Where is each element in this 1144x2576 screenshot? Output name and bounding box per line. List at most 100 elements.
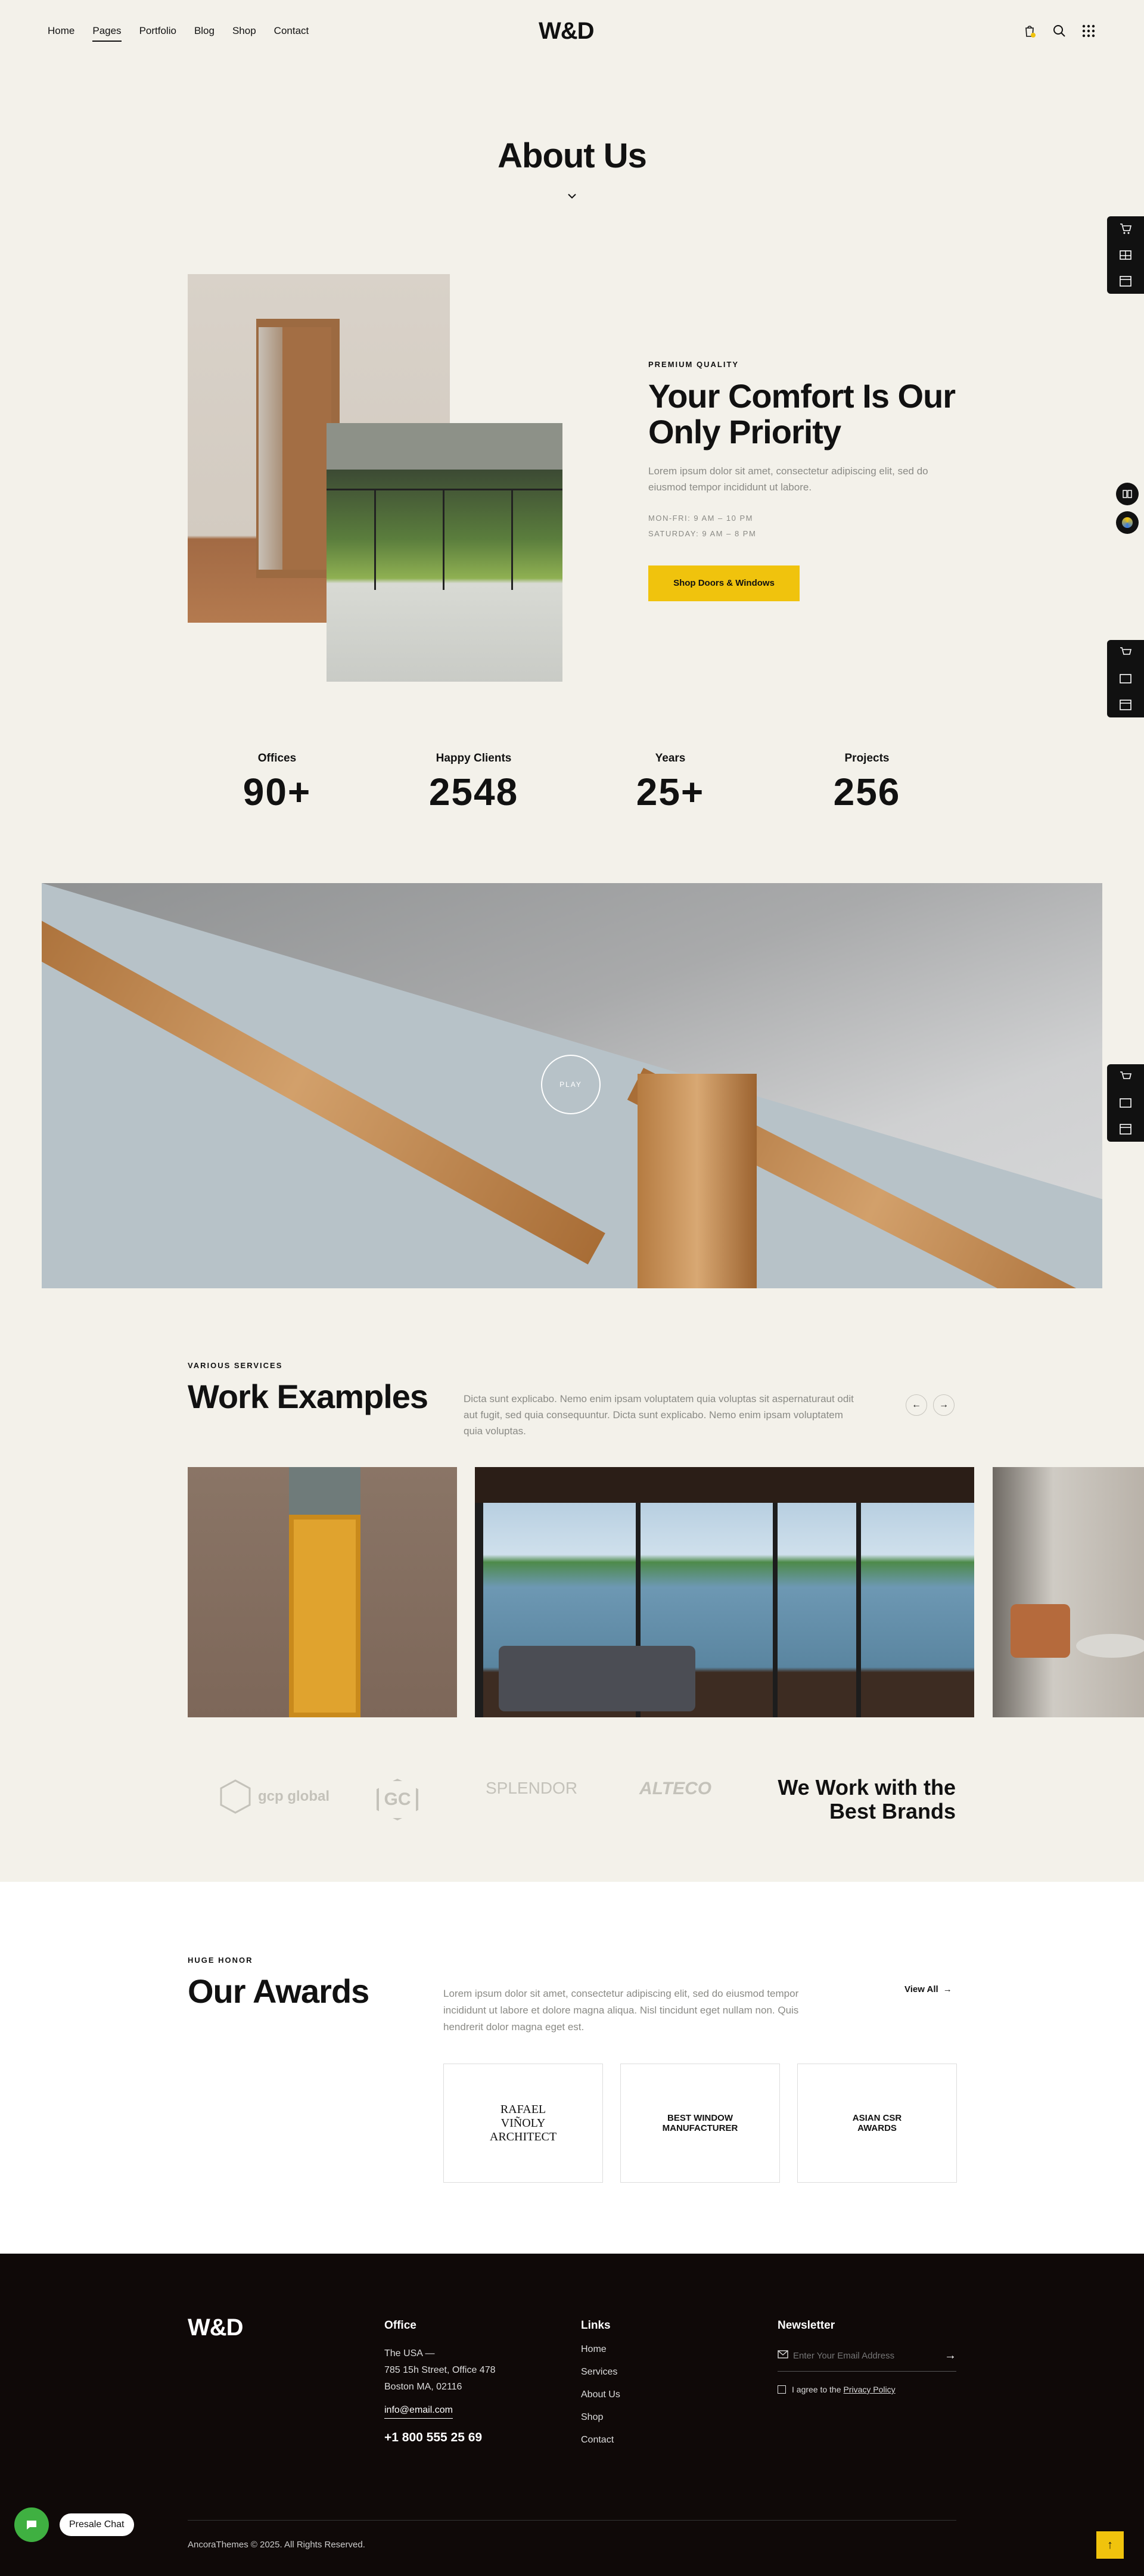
cart-icon[interactable]	[1118, 1069, 1133, 1085]
about-text: Lorem ipsum dolor sit amet, consectetur …	[648, 465, 928, 493]
about-section: PREMIUM QUALITY Your Comfort Is Our Only…	[648, 360, 958, 602]
chat-icon[interactable]	[14, 2507, 49, 2542]
stat-label: Offices	[257, 752, 297, 765]
gallery-icon[interactable]	[1118, 671, 1133, 686]
browser-icon[interactable]	[1118, 1121, 1133, 1137]
window-image	[327, 423, 562, 682]
stat-value: 90+	[243, 770, 312, 813]
footer-divider	[188, 2520, 956, 2521]
newsletter-email-input[interactable]	[793, 2351, 940, 2361]
footer-links: Links Home Services About Us Shop Contac…	[581, 2319, 620, 2446]
shop-button[interactable]: Shop Doors & Windows	[648, 565, 800, 602]
book-icon[interactable]	[1116, 483, 1139, 505]
address-line: The USA —	[384, 2348, 435, 2359]
mail-icon	[778, 2350, 788, 2361]
brand-logo: GC	[377, 1779, 418, 1820]
video-block: PLAY	[42, 883, 1102, 1288]
work-eyebrow: VARIOUS SERVICES	[188, 1361, 283, 1370]
scroll-to-top-icon[interactable]: ↑	[1096, 2531, 1124, 2559]
work-card[interactable]	[993, 1467, 1144, 1717]
nav-home[interactable]: Home	[48, 25, 74, 42]
office-title: Office	[384, 2319, 416, 2332]
stat-years: Years 25+	[581, 752, 760, 814]
brand-logo: gcp global	[217, 1779, 329, 1814]
footer-link-home[interactable]: Home	[581, 2344, 620, 2355]
stat-value: 256	[833, 770, 901, 813]
footer: W&D Office The USA — 785 15h Street, Off…	[0, 2254, 1144, 2576]
next-arrow-icon[interactable]: →	[933, 1394, 955, 1416]
work-header: VARIOUS SERVICES Work Examples	[188, 1361, 428, 1416]
chat-label[interactable]: Presale Chat	[60, 2513, 134, 2536]
award-card: ASIAN CSR AWARDS	[797, 2064, 957, 2183]
search-icon[interactable]	[1052, 24, 1067, 41]
privacy-checkbox[interactable]	[778, 2385, 786, 2394]
award-label: ASIAN CSR AWARDS	[852, 2113, 902, 2133]
newsletter: Newsletter → I agree to the Privacy Poli…	[778, 2319, 956, 2394]
privacy-policy-link[interactable]: Privacy Policy	[844, 2385, 896, 2394]
side-toolbar	[1107, 1064, 1144, 1142]
stat-clients: Happy Clients 2548	[384, 752, 563, 814]
phone-number[interactable]: +1 800 555 25 69	[384, 2431, 496, 2445]
privacy-agreement: I agree to the Privacy Policy	[778, 2385, 956, 2394]
prev-arrow-icon[interactable]: ←	[906, 1394, 927, 1416]
gallery-icon[interactable]	[1118, 1095, 1133, 1111]
awards-heading: Our Awards	[188, 1972, 369, 2010]
copyright: AncoraThemes © 2025. All Rights Reserved…	[188, 2540, 365, 2550]
footer-link-shop[interactable]: Shop	[581, 2412, 620, 2423]
cart-icon[interactable]	[1118, 221, 1133, 237]
presale-chat[interactable]: Presale Chat	[14, 2507, 134, 2542]
stat-projects: Projects 256	[778, 752, 956, 814]
nav-portfolio[interactable]: Portfolio	[139, 25, 176, 42]
award-label: BEST WINDOW MANUFACTURER	[662, 2113, 738, 2133]
brand-name: SPLENDOR	[486, 1779, 578, 1797]
awards-text: Lorem ipsum dolor sit amet, consectetur …	[443, 1988, 799, 2033]
award-card: RAFAEL VIÑOLY ARCHITECT	[443, 2064, 603, 2183]
brand-name: gcp global	[258, 1788, 329, 1804]
brand-name: ALTECO	[639, 1779, 712, 1798]
work-text: Dicta sunt explicabo. Nemo enim ipsam vo…	[464, 1393, 854, 1437]
about-eyebrow: PREMIUM QUALITY	[648, 360, 739, 369]
address-line: 785 15h Street, Office 478	[384, 2365, 496, 2375]
footer-link-services[interactable]: Services	[581, 2367, 620, 2378]
nav-shop[interactable]: Shop	[232, 25, 256, 42]
side-toolbar	[1107, 216, 1144, 294]
view-all-link[interactable]: View All →	[904, 1984, 952, 1994]
address-line: Boston MA, 02116	[384, 2382, 462, 2392]
footer-link-about[interactable]: About Us	[581, 2389, 620, 2400]
nav-pages[interactable]: Pages	[92, 25, 122, 42]
chevron-down-icon[interactable]	[566, 192, 578, 203]
browser-icon[interactable]	[1118, 697, 1133, 713]
agree-text: I agree to the	[792, 2385, 841, 2394]
work-card[interactable]	[475, 1467, 974, 1717]
header-icons	[1022, 24, 1095, 41]
stat-value: 25+	[636, 770, 705, 813]
stat-label: Happy Clients	[436, 752, 512, 765]
browser-icon[interactable]	[1118, 274, 1133, 289]
hours-weekdays: MON-FRI: 9 AM – 10 PM	[648, 514, 753, 523]
main-nav: Home Pages Portfolio Blog Shop Contact	[48, 25, 309, 42]
theme-color-icon[interactable]	[1116, 511, 1139, 534]
arrow-right-icon[interactable]: →	[944, 2349, 956, 2363]
stat-label: Projects	[844, 752, 890, 765]
cart-icon[interactable]	[1118, 645, 1133, 660]
nav-contact[interactable]: Contact	[274, 25, 309, 42]
page-title: About Us	[498, 136, 647, 175]
email-link[interactable]: info@email.com	[384, 2405, 453, 2419]
grid-menu-icon[interactable]	[1082, 24, 1095, 41]
view-all-label: View All	[904, 1984, 938, 1994]
address: The USA — 785 15h Street, Office 478 Bos…	[384, 2345, 496, 2395]
opening-hours: MON-FRI: 9 AM – 10 PM SATURDAY: 9 AM – 8…	[648, 511, 958, 542]
play-button[interactable]: PLAY	[541, 1055, 601, 1114]
gallery-icon[interactable]	[1118, 247, 1133, 263]
site-logo[interactable]: W&D	[539, 18, 595, 45]
work-heading: Work Examples	[188, 1378, 428, 1415]
awards-section: HUGE HONOR Our Awards Lorem ipsum dolor …	[0, 1882, 1144, 2254]
stat-label: Years	[655, 752, 686, 765]
work-card[interactable]	[188, 1467, 457, 1717]
award-card: BEST WINDOW MANUFACTURER	[620, 2064, 780, 2183]
nav-blog[interactable]: Blog	[194, 25, 214, 42]
footer-logo[interactable]: W&D	[188, 2314, 244, 2341]
cart-icon[interactable]	[1022, 24, 1037, 41]
footer-link-contact[interactable]: Contact	[581, 2435, 620, 2446]
about-heading: Your Comfort Is Our Only Priority	[648, 377, 956, 450]
